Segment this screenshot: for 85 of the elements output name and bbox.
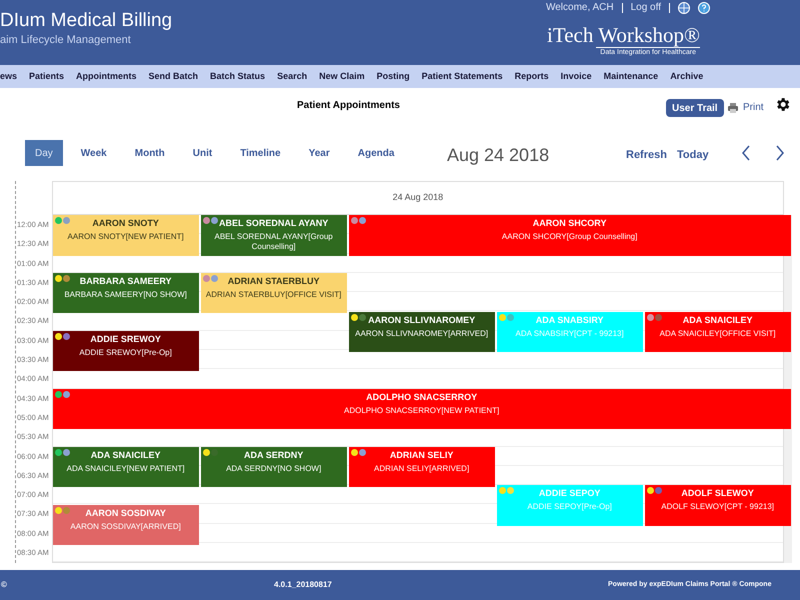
- settings-icon[interactable]: [774, 96, 791, 113]
- nav-link[interactable]: Batch Status: [210, 70, 266, 84]
- app-title: DIum Medical Billing: [0, 10, 172, 32]
- patient-name: ADA SNAICILEY: [682, 314, 752, 326]
- nav-link[interactable]: Search: [277, 70, 308, 84]
- patient-name: ADRIAN SELIY: [390, 448, 454, 461]
- logoff-link[interactable]: Log off: [630, 0, 661, 15]
- page-title: Patient Appointments: [297, 99, 400, 113]
- nav-link[interactable]: Appointments: [76, 70, 137, 84]
- previous-icon[interactable]: [741, 145, 751, 161]
- appointment-detail: ADA SNAICILEY[OFFICE VISIT]: [660, 328, 776, 338]
- patient-name: BARBARA SAMEERY: [80, 274, 172, 287]
- appointment-block[interactable]: ADRIAN STAERBLUY ADRIAN STAERBLUY[OFFICE VISIT]: [200, 272, 347, 314]
- print-button[interactable]: Print: [727, 100, 764, 115]
- nav-link[interactable]: Patients: [29, 70, 64, 84]
- welcome-text: Welcome, ACH: [546, 1, 614, 15]
- patient-name: ADA SNAICILEY: [90, 448, 160, 461]
- view-tab[interactable]: Unit: [182, 140, 222, 166]
- app-subtitle: aim Lifecycle Management: [0, 33, 132, 48]
- nav-link[interactable]: Patient Statements: [422, 70, 503, 84]
- appointment-detail: ADRIAN SELIY[ARRIVED]: [374, 464, 470, 474]
- appointment-detail: BARBARA SAMEERY[NO SHOW]: [64, 290, 187, 300]
- patient-name: ADDIE SREWOY: [90, 332, 161, 345]
- view-tab[interactable]: Week: [70, 140, 117, 166]
- globe-icon[interactable]: [678, 2, 690, 14]
- view-tab[interactable]: Year: [298, 140, 340, 166]
- patient-name: ADRIAN STAERBLUY: [228, 274, 320, 287]
- copyright-text: ©: [0, 579, 7, 591]
- appointment-detail: ADA SNABSIRY[CPT - 99213]: [516, 328, 624, 338]
- view-tab[interactable]: Agenda: [348, 140, 404, 166]
- refresh-button[interactable]: Refresh: [626, 147, 667, 164]
- logo-text: iTech Workshop®: [547, 23, 700, 47]
- current-date: Aug 24 2018: [447, 144, 550, 167]
- today-button[interactable]: Today: [677, 147, 709, 164]
- view-tab[interactable]: Timeline: [230, 140, 291, 166]
- appointment-block[interactable]: ADOLPHO SNACSERROY ADOLPHO SNACSERROY[NEW PATIENT]: [52, 388, 791, 430]
- appointment-block[interactable]: ADA SNAICILEY ADA SNAICILEY[OFFICE VISIT]: [644, 312, 791, 352]
- appointment-block[interactable]: ADDIE SREWOY ADDIE SREWOY[Pre-Op]: [52, 330, 199, 372]
- patient-name: ADDIE SEPOY: [538, 487, 600, 500]
- appointment-block[interactable]: ADRIAN SELIY ADRIAN SELIY[ARRIVED]: [348, 446, 495, 488]
- appointment-detail: AARON SOSDIVAY[ARRIVED]: [70, 522, 181, 532]
- appointment-detail: ADDIE SREWOY[Pre-Op]: [79, 348, 172, 358]
- patient-name: AARON SLLIVNAROMEY: [368, 314, 476, 326]
- nav-link[interactable]: Archive: [670, 70, 704, 84]
- nav-link[interactable]: ews: [0, 70, 18, 84]
- patient-name: ADOLF SLEWOY: [681, 487, 754, 500]
- nav-link[interactable]: Send Batch: [148, 70, 198, 84]
- user-trail-button[interactable]: User Trail: [666, 99, 724, 117]
- appointment-block[interactable]: BARBARA SAMEERY BARBARA SAMEERY[NO SHOW]: [52, 272, 199, 314]
- appointment-block[interactable]: ADOLF SLEWOY ADOLF SLEWOY[CPT - 99213]: [644, 485, 791, 526]
- appointment-block[interactable]: AARON SLLIVNAROMEY AARON SLLIVNAROMEY[ARRIVED]: [348, 312, 495, 352]
- patient-name: AARON SOSDIVAY: [85, 506, 166, 518]
- next-icon[interactable]: [775, 145, 785, 161]
- patient-name: ADA SNABSIRY: [536, 314, 604, 326]
- appointment-block[interactable]: AARON SHCORY AARON SHCORY[Group Counselling]: [348, 215, 791, 256]
- appointment-block[interactable]: ABEL SOREDNAL AYANY ABEL SOREDNAL AYANY[Group Counselling]: [200, 215, 347, 256]
- help-icon[interactable]: [698, 2, 710, 14]
- printer-icon: [727, 102, 739, 114]
- nav-link[interactable]: Reports: [514, 70, 549, 84]
- appointment-detail: AARON SLLIVNAROMEY[ARRIVED]: [355, 328, 488, 338]
- view-tab[interactable]: Day: [25, 140, 63, 166]
- nav-link[interactable]: Maintenance: [604, 70, 658, 84]
- appointment-block[interactable]: AARON SNOTY AARON SNOTY[NEW PATIENT]: [52, 215, 199, 256]
- appointment-detail: ADDIE SEPOY[Pre-Op]: [527, 502, 612, 512]
- appointment-block[interactable]: ADA SERDNY ADA SERDNY[NO SHOW]: [200, 446, 347, 488]
- patient-name: ADA SERDNY: [244, 448, 304, 461]
- appointment-detail: ADOLPHO SNACSERROY[NEW PATIENT]: [344, 406, 500, 416]
- version-text: 4.0.1_20180817: [274, 579, 332, 591]
- appointment-detail: ADRIAN STAERBLUY[OFFICE VISIT]: [206, 290, 342, 300]
- nav-link[interactable]: New Claim: [319, 70, 365, 84]
- nav-link[interactable]: Posting: [376, 70, 410, 84]
- patient-name: ABEL SOREDNAL AYANY: [219, 217, 328, 229]
- appointment-detail: ADOLF SLEWOY[CPT - 99213]: [661, 502, 774, 512]
- appointment-detail: ADA SERDNY[NO SHOW]: [226, 464, 322, 474]
- appointment-detail: AARON SNOTY[NEW PATIENT]: [68, 232, 184, 242]
- day-header: 24 Aug 2018: [392, 191, 444, 204]
- view-tab[interactable]: Month: [124, 140, 175, 166]
- patient-name: ADOLPHO SNACSERROY: [366, 390, 478, 403]
- appointment-detail: ADA SNAICILEY[NEW PATIENT]: [66, 464, 185, 474]
- appointment-detail: ABEL SOREDNAL AYANY[Group Counselling]: [213, 232, 334, 252]
- patient-name: AARON SNOTY: [92, 217, 159, 229]
- nav-link[interactable]: Invoice: [560, 70, 592, 84]
- appointment-detail: AARON SHCORY[Group Counselling]: [502, 232, 638, 242]
- patient-name: AARON SHCORY: [532, 217, 606, 229]
- appointment-block[interactable]: ADA SNAICILEY ADA SNAICILEY[NEW PATIENT]: [52, 446, 199, 488]
